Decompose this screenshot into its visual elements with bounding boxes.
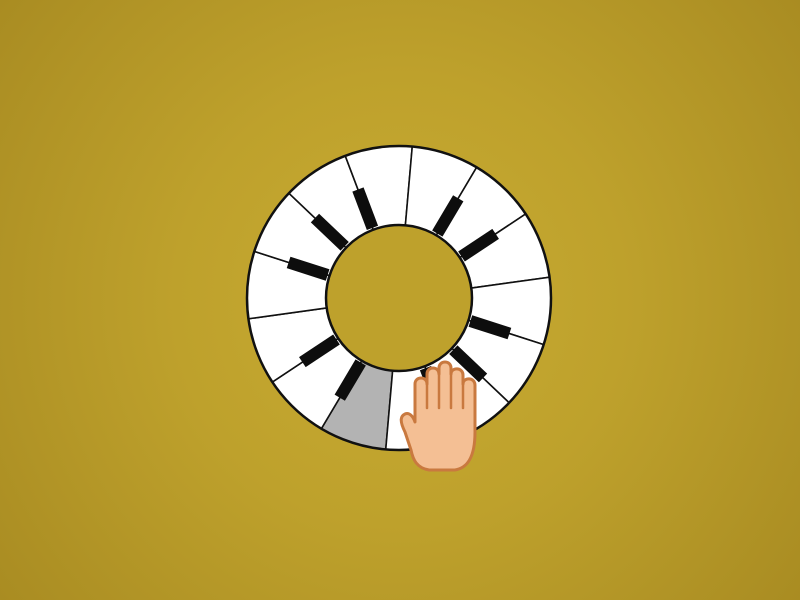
game-stage: [0, 0, 800, 600]
piano-ring-board: [245, 144, 553, 472]
